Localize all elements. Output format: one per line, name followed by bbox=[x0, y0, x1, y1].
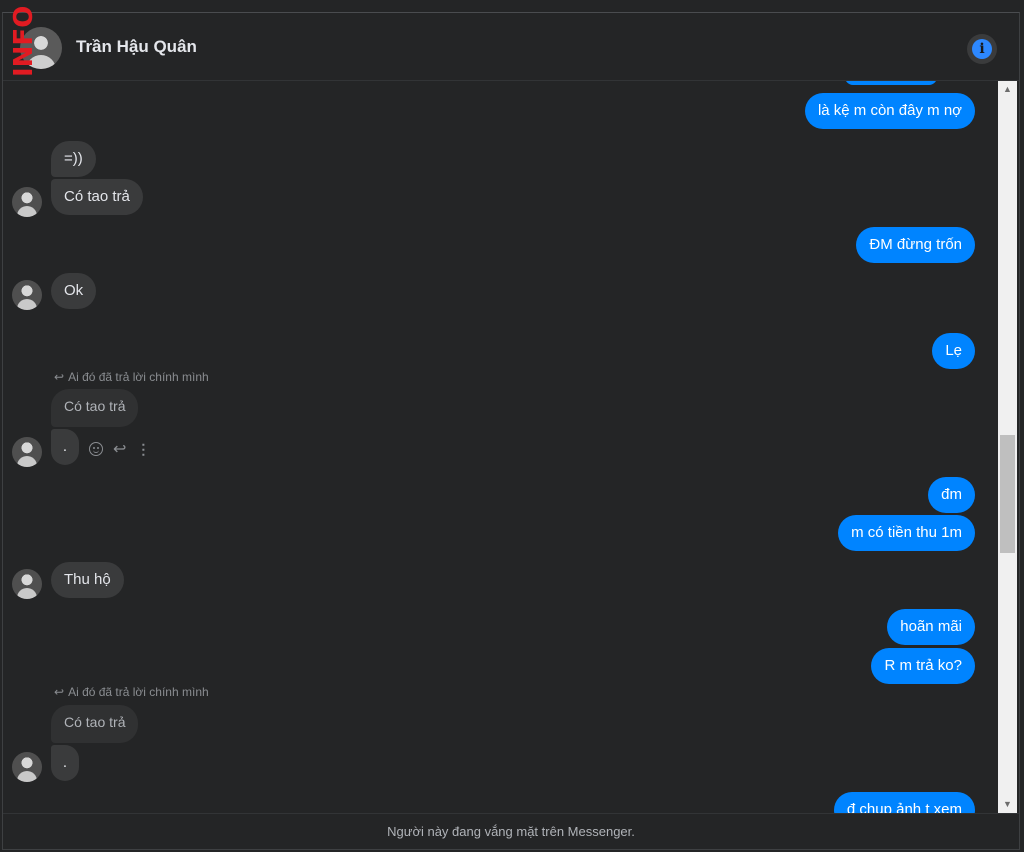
reply-note-text: Ai đó đã trả lời chính mình bbox=[68, 370, 209, 384]
message-out[interactable]: Lẹ bbox=[932, 333, 975, 369]
scrollbar[interactable]: ▲ ▼ bbox=[998, 81, 1017, 813]
message-in[interactable]: Có tao trả bbox=[51, 179, 143, 215]
status-footer: Người này đang vắng mặt trên Messenger. bbox=[3, 813, 1019, 851]
message-out[interactable]: ĐM đừng trốn bbox=[856, 227, 975, 263]
message-in[interactable]: . bbox=[51, 429, 79, 465]
message-out[interactable]: đm bbox=[928, 477, 975, 513]
message-in[interactable]: Thu hộ bbox=[51, 562, 124, 598]
reply-quote[interactable]: Có tao trả bbox=[51, 705, 139, 743]
more-icon[interactable]: ⋮ bbox=[136, 441, 150, 458]
message-in[interactable]: . bbox=[51, 745, 79, 781]
message-in[interactable]: Ok bbox=[51, 273, 97, 309]
message-in[interactable]: =)) bbox=[51, 141, 96, 177]
reply-note-text: Ai đó đã trả lời chính mình bbox=[68, 685, 209, 699]
emoji-icon[interactable] bbox=[89, 442, 103, 456]
avatar bbox=[12, 280, 42, 310]
reply-arrow-icon: ↩ bbox=[54, 685, 65, 699]
chat-header: INFO Trần Hậu Quân i bbox=[3, 6, 1019, 81]
message-out[interactable]: R m trả ko? bbox=[871, 648, 975, 684]
reply-quote[interactable]: Có tao trả bbox=[51, 389, 139, 427]
chat-window: INFO Trần Hậu Quân i là kệ m còn đây m n… bbox=[2, 6, 1020, 851]
reply-arrow-icon: ↩ bbox=[54, 370, 65, 384]
scroll-down-icon[interactable]: ▼ bbox=[998, 796, 1017, 813]
message-out[interactable]: đ chụp ảnh t xem bbox=[833, 792, 975, 813]
message-out-partial[interactable] bbox=[845, 81, 937, 85]
avatar bbox=[12, 752, 42, 782]
message-out[interactable]: hoãn mãi bbox=[887, 609, 975, 645]
scroll-thumb[interactable] bbox=[1000, 435, 1015, 553]
reply-note: ↩ Ai đó đã trả lời chính mình bbox=[54, 370, 209, 384]
avatar bbox=[12, 187, 42, 217]
message-out[interactable]: m có tiền thu 1m bbox=[838, 515, 975, 551]
message-actions: ↩ ⋮ bbox=[89, 439, 150, 459]
avatar bbox=[12, 437, 42, 467]
message-thread: là kệ m còn đây m nợ =)) Có tao trả ĐM đ… bbox=[3, 81, 997, 813]
contact-name[interactable]: Trần Hậu Quân bbox=[76, 37, 197, 57]
brand-watermark: INFO bbox=[9, 5, 39, 77]
scroll-up-icon[interactable]: ▲ bbox=[998, 81, 1017, 98]
reply-icon[interactable]: ↩ bbox=[113, 439, 126, 459]
message-out[interactable]: là kệ m còn đây m nợ bbox=[804, 93, 975, 129]
reply-note: ↩ Ai đó đã trả lời chính mình bbox=[54, 685, 209, 699]
info-button[interactable]: i bbox=[967, 34, 997, 64]
avatar bbox=[12, 569, 42, 599]
info-icon: i bbox=[972, 39, 992, 59]
